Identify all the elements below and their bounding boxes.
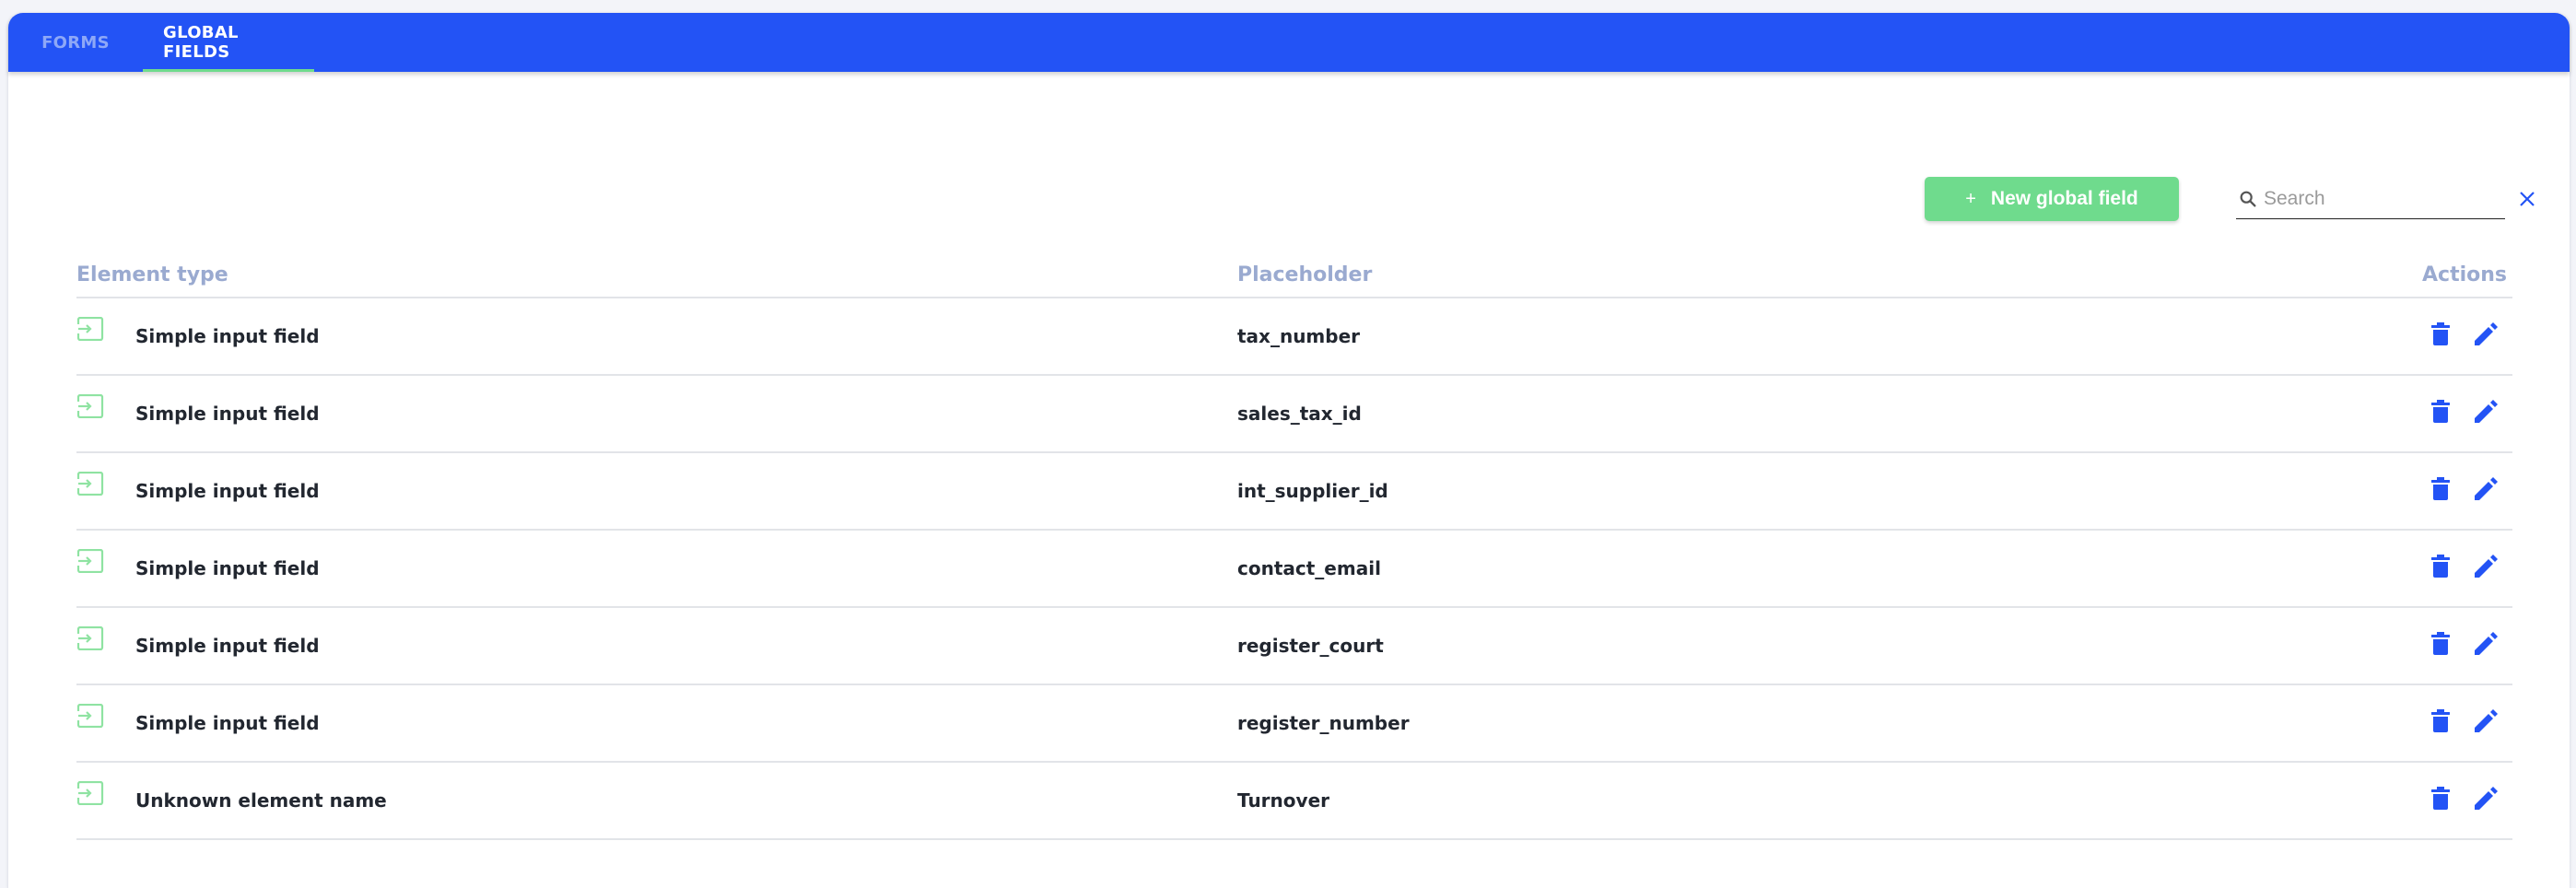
table-header-row: Element type Placeholder Actions <box>76 252 2512 298</box>
actions-cell <box>2073 530 2512 608</box>
placeholder-cell: tax_number <box>1237 298 2074 376</box>
actions-cell <box>2073 298 2512 376</box>
pencil-icon[interactable] <box>2474 708 2498 733</box>
element-type-cell: Simple input field <box>76 298 1237 376</box>
trash-icon[interactable] <box>2431 399 2450 424</box>
pencil-icon[interactable] <box>2474 399 2498 424</box>
element-type-label: Simple input field <box>135 480 320 502</box>
trash-icon[interactable] <box>2431 786 2450 811</box>
input-field-icon <box>76 393 104 419</box>
element-type-label: Unknown element name <box>135 789 387 812</box>
tab-forms[interactable]: FORMS <box>14 13 137 72</box>
pencil-icon[interactable] <box>2474 631 2498 656</box>
table-row[interactable]: Unknown element name Turnover <box>76 762 2512 840</box>
table-row[interactable]: Simple input field tax_number <box>76 298 2512 376</box>
tab-bar: FORMS GLOBAL FIELDS <box>8 13 2570 72</box>
actions-cell <box>2073 607 2512 685</box>
pencil-icon[interactable] <box>2474 786 2498 811</box>
actions-cell <box>2073 684 2512 763</box>
element-type-cell: Simple input field <box>76 530 1237 608</box>
search-icon <box>2238 189 2258 209</box>
actions-cell <box>2073 375 2512 453</box>
element-type-label: Simple input field <box>135 325 320 347</box>
trash-icon[interactable] <box>2431 631 2450 656</box>
input-field-icon <box>76 471 104 497</box>
input-field-icon <box>76 780 104 806</box>
column-header-placeholder[interactable]: Placeholder <box>1237 252 2074 298</box>
element-type-cell: Unknown element name <box>76 762 1237 840</box>
pencil-icon[interactable] <box>2474 321 2498 346</box>
search-input[interactable] <box>2258 187 2519 210</box>
placeholder-cell: int_supplier_id <box>1237 452 2074 531</box>
input-field-icon <box>76 703 104 729</box>
placeholder-cell: register_number <box>1237 684 2074 763</box>
element-type-cell: Simple input field <box>76 452 1237 531</box>
pencil-icon[interactable] <box>2474 476 2498 501</box>
table-row[interactable]: Simple input field int_supplier_id <box>76 452 2512 531</box>
trash-icon[interactable] <box>2431 708 2450 733</box>
element-type-label: Simple input field <box>135 635 320 657</box>
table-row[interactable]: Simple input field register_court <box>76 607 2512 685</box>
actions-cell <box>2073 452 2512 531</box>
actions-cell <box>2073 762 2512 840</box>
element-type-cell: Simple input field <box>76 607 1237 685</box>
element-type-cell: Simple input field <box>76 375 1237 453</box>
toolbar: + New global field <box>1925 177 2535 221</box>
table-row[interactable]: Simple input field sales_tax_id <box>76 375 2512 453</box>
trash-icon[interactable] <box>2431 554 2450 578</box>
input-field-icon <box>76 548 104 574</box>
close-icon[interactable] <box>2519 187 2535 211</box>
search-field <box>2236 180 2535 219</box>
column-header-actions: Actions <box>2073 252 2512 298</box>
input-field-icon <box>76 316 104 342</box>
element-type-label: Simple input field <box>135 712 320 734</box>
new-global-field-label: New global field <box>1990 188 2138 209</box>
placeholder-cell: Turnover <box>1237 762 2074 840</box>
column-header-element-type[interactable]: Element type <box>76 252 1237 298</box>
placeholder-cell: sales_tax_id <box>1237 375 2074 453</box>
element-type-label: Simple input field <box>135 557 320 579</box>
pencil-icon[interactable] <box>2474 554 2498 578</box>
table-row[interactable]: Simple input field register_number <box>76 684 2512 763</box>
input-field-icon <box>76 625 104 651</box>
element-type-cell: Simple input field <box>76 684 1237 763</box>
global-fields-card: FORMS GLOBAL FIELDS + New global field E… <box>7 13 2570 888</box>
global-fields-table: Element type Placeholder Actions Simple … <box>76 252 2512 840</box>
tab-global-fields[interactable]: GLOBAL FIELDS <box>143 13 314 72</box>
element-type-label: Simple input field <box>135 403 320 425</box>
plus-icon: + <box>1965 188 1976 209</box>
placeholder-cell: register_court <box>1237 607 2074 685</box>
placeholder-cell: contact_email <box>1237 530 2074 608</box>
table-row[interactable]: Simple input field contact_email <box>76 530 2512 608</box>
trash-icon[interactable] <box>2431 321 2450 346</box>
trash-icon[interactable] <box>2431 476 2450 501</box>
new-global-field-button[interactable]: + New global field <box>1925 177 2179 221</box>
